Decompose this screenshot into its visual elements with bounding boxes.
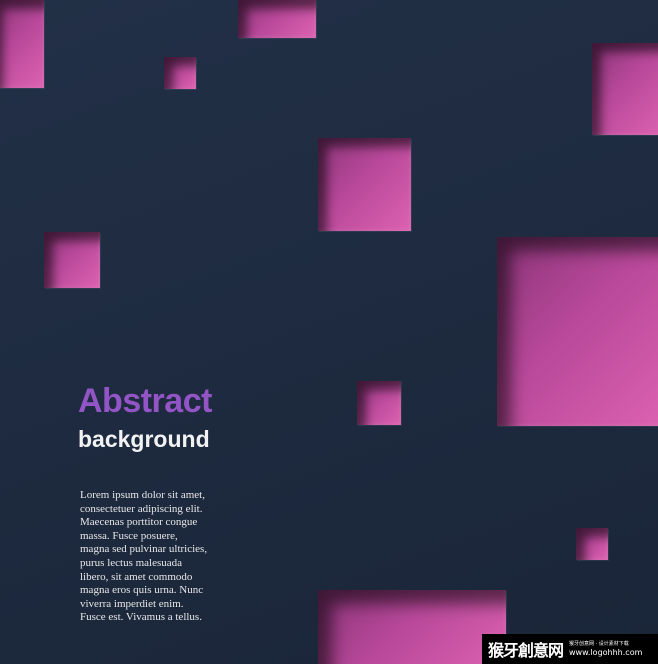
site-watermark: 猴牙創意网 猴牙创意网 · 设计素材下载 www.logohhh.com (482, 634, 658, 664)
watermark-url: www.logohhh.com (569, 647, 643, 657)
paragraph-line: purus lectus malesuada (80, 556, 183, 569)
pink-square-cutout (318, 138, 411, 231)
paragraph-line: viverra imperdiet enim. (80, 597, 184, 610)
paragraph-line: magna eros quis urna. Nunc (80, 584, 204, 597)
paragraph-line: Lorem ipsum dolor sit amet, (80, 489, 205, 501)
pink-square-cutout (238, 0, 316, 38)
title-abstract: Abstract (78, 382, 212, 420)
pink-square-cutout (592, 43, 658, 135)
pink-square-cutout (44, 232, 100, 288)
paragraph-line: libero, sit amet commodo (80, 570, 193, 583)
paragraph-line: Fusce est. Vivamus a tellus. (80, 611, 202, 624)
pink-square-cutout (164, 57, 196, 89)
watermark-tagline: 猴牙创意网 · 设计素材下载 (569, 640, 629, 647)
paragraph-line: massa. Fusce posuere, (80, 529, 178, 542)
subtitle-background: background (78, 426, 210, 452)
pink-square-cutout (576, 528, 608, 560)
abstract-background-canvas: Abstract background Lorem ipsum dolor si… (0, 0, 658, 664)
pink-square-cutout (0, 0, 44, 88)
watermark-logo: 猴牙創意网 (488, 641, 564, 660)
pink-square-cutout (357, 381, 401, 425)
pink-square-cutout (497, 237, 658, 426)
pink-square-cutout (318, 590, 506, 664)
paragraph-line: Maecenas porttitor congue (80, 516, 198, 529)
lorem-paragraph: Lorem ipsum dolor sit amet, consectetuer… (80, 489, 280, 625)
paragraph-line: consectetuer adipiscing elit. (80, 502, 203, 515)
watermark-text: 猴牙创意网 · 设计素材下载 www.logohhh.com (569, 640, 643, 657)
paragraph-line: magna sed pulvinar ultricies, (80, 543, 208, 556)
